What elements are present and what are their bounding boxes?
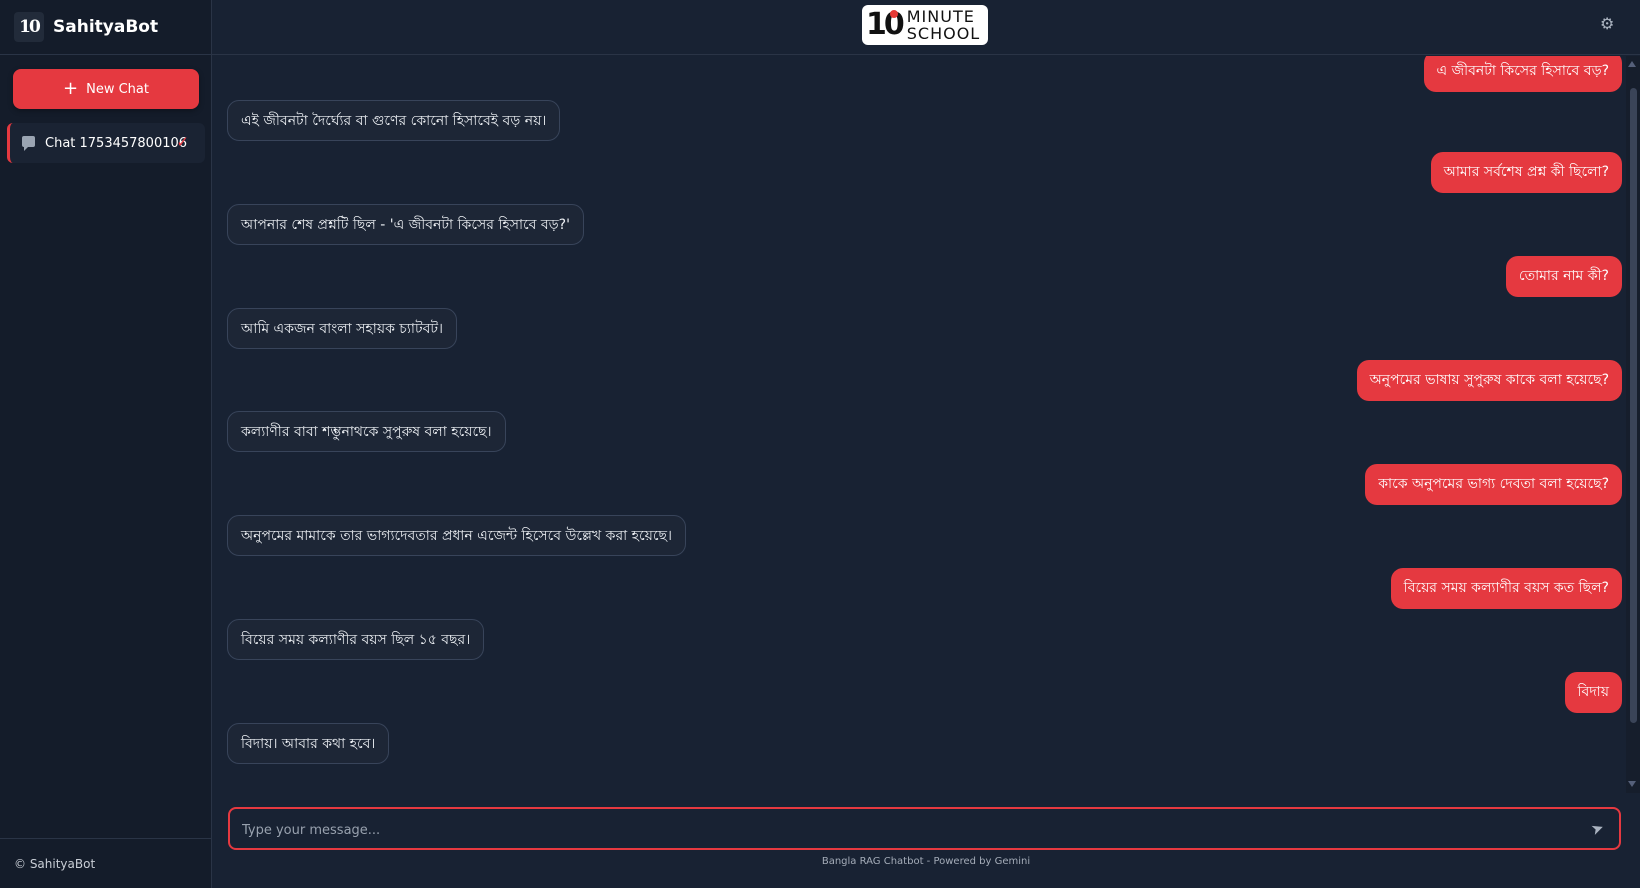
brand: 10 SahityaBot bbox=[0, 0, 211, 55]
bot-message: আপনার শেষ প্রশ্নটি ছিল - 'এ জীবনটা কিসের… bbox=[227, 204, 584, 245]
send-icon[interactable]: ➤ bbox=[1588, 818, 1610, 839]
bot-message: কল্যাণীর বাবা শম্ভুনাথকে সুপুরুষ বলা হয়… bbox=[227, 411, 506, 452]
message-list: এ জীবনটা কিসের হিসাবে বড়? এই জীবনটা দৈর… bbox=[212, 56, 1622, 793]
new-chat-button[interactable]: + New Chat bbox=[13, 69, 199, 109]
powered-by-footer: Bangla RAG Chatbot - Powered by Gemini bbox=[821, 856, 1031, 867]
checkmark-icon[interactable]: ✓ bbox=[176, 133, 189, 151]
sidebar: 10 SahityaBot + New Chat Chat 1753457800… bbox=[0, 0, 212, 888]
plus-icon: + bbox=[63, 78, 79, 99]
scroll-down-arrow-icon[interactable] bbox=[1628, 781, 1636, 787]
bot-message: এই জীবনটা দৈর্ঘ্যের বা গুণের কোনো হিসাবে… bbox=[227, 100, 561, 141]
logo-line1: MINUTE bbox=[906, 7, 975, 26]
bot-message: আমি একজন বাংলা সহায়ক চ্যাটবট। bbox=[227, 308, 458, 349]
scrollbar-thumb[interactable] bbox=[1630, 88, 1637, 723]
sidebar-footer: © SahityaBot bbox=[0, 838, 211, 888]
user-message: এ জীবনটা কিসের হিসাবে বড়? bbox=[1423, 56, 1622, 92]
user-message: বিয়ের সময় কল্যাণীর বয়স কত ছিল? bbox=[1390, 568, 1622, 609]
logo-number: 10 bbox=[866, 7, 905, 42]
brand-logo-text: 10 bbox=[19, 17, 41, 37]
scroll-up-arrow-icon[interactable] bbox=[1628, 61, 1636, 67]
new-chat-label: New Chat bbox=[86, 81, 149, 97]
user-message: তোমার নাম কী? bbox=[1505, 256, 1622, 297]
user-message: অনুপমের ভাষায় সুপুরুষ কাকে বলা হয়েছে? bbox=[1356, 360, 1622, 401]
main-panel: 10 MINUTE SCHOOL ⚙ এ জীবনটা কিসের হিসাবে… bbox=[212, 0, 1640, 888]
top-bar: 10 MINUTE SCHOOL ⚙ bbox=[212, 0, 1640, 55]
chat-bubble-icon bbox=[22, 135, 35, 151]
chat-list-item[interactable]: Chat 1753457800106 ✓ bbox=[7, 123, 205, 163]
logo-words: MINUTE SCHOOL bbox=[907, 8, 980, 42]
ten-minute-school-logo: 10 MINUTE SCHOOL bbox=[862, 5, 988, 45]
bot-message: বিদায়। আবার কথা হবে। bbox=[227, 723, 390, 764]
gear-icon[interactable]: ⚙ bbox=[1600, 16, 1616, 32]
user-message: কাকে অনুপমের ভাগ্য দেবতা বলা হয়েছে? bbox=[1365, 464, 1622, 505]
logo-line2: SCHOOL bbox=[906, 24, 981, 43]
message-input[interactable] bbox=[240, 817, 1564, 843]
brand-logo: 10 bbox=[14, 12, 44, 42]
brand-name: SahityaBot bbox=[53, 17, 159, 37]
user-message: বিদায় bbox=[1564, 672, 1622, 713]
bot-message: অনুপমের মামাকে তার ভাগ্যদেবতার প্রধান এজ… bbox=[227, 515, 687, 556]
user-message: আমার সর্বশেষ প্রশ্ন কী ছিলো? bbox=[1430, 152, 1622, 193]
bot-message: বিয়ের সময় কল্যাণীর বয়স ছিল ১৫ বছর। bbox=[227, 619, 485, 660]
message-input-box: ➤ bbox=[228, 807, 1621, 850]
chat-title: Chat 1753457800106 bbox=[45, 135, 188, 151]
